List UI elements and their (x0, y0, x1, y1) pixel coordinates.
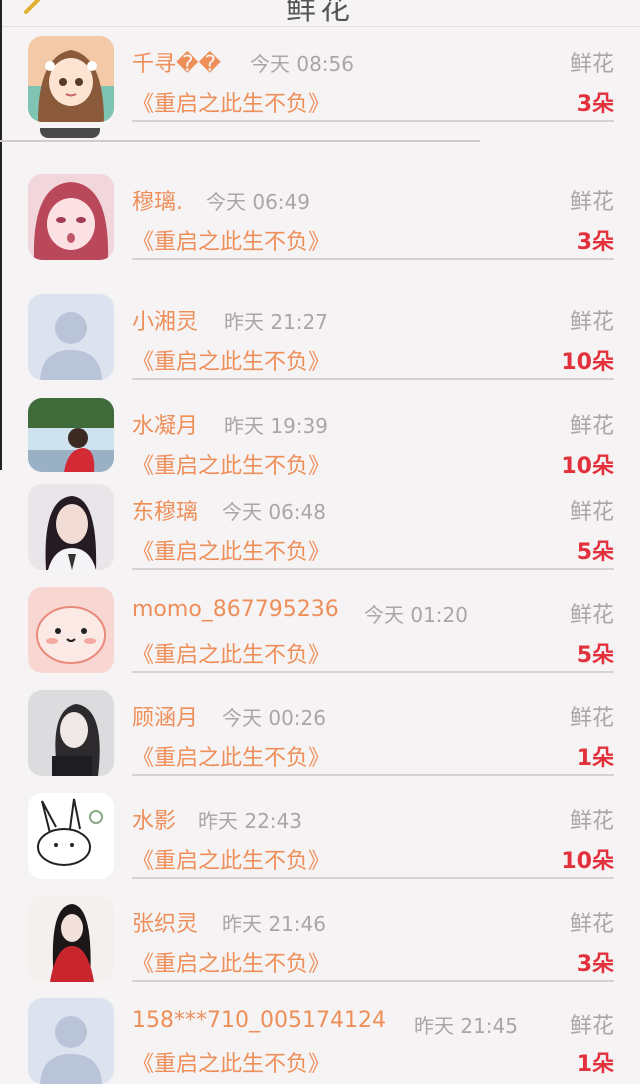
divider (132, 671, 614, 673)
page-title: 鲜花 (286, 0, 354, 27)
anime-girl-icon (28, 36, 114, 122)
gift-type: 鲜花 (569, 1014, 614, 1039)
divider (132, 980, 614, 982)
default-avatar-icon (28, 998, 114, 1084)
gift-count: 3朵 (576, 952, 614, 977)
divider (132, 877, 614, 879)
couple-photo-icon (28, 398, 114, 472)
gift-count: 10朵 (561, 849, 614, 874)
book-title[interactable]: 《重启之此生不负》 (132, 1046, 330, 1078)
list-item[interactable]: 水凝月 昨天 19:39 鲜花 《重启之此生不负》 10朵 (0, 396, 640, 486)
gift-type: 鲜花 (569, 809, 614, 834)
avatar[interactable] (28, 998, 114, 1084)
rabbit-sketch-icon (28, 793, 114, 879)
gift-count: 10朵 (561, 350, 614, 375)
gift-type: 鲜花 (569, 912, 614, 937)
timestamp: 昨天 21:27 (224, 310, 328, 334)
user-name[interactable]: 顾涵月 (132, 700, 198, 732)
gift-count: 1朵 (576, 746, 614, 771)
book-title[interactable]: 《重启之此生不负》 (132, 224, 330, 256)
header-bar: 鲜花 (0, 0, 640, 27)
partial-avatar (40, 128, 100, 138)
book-title[interactable]: 《重启之此生不负》 (132, 843, 330, 875)
gift-type: 鲜花 (569, 706, 614, 731)
user-name[interactable]: 东穆璃 (132, 494, 198, 526)
gift-count: 3朵 (576, 92, 614, 117)
user-name[interactable]: momo_867795236 (132, 597, 339, 622)
divider (0, 140, 480, 142)
gift-count: 5朵 (576, 540, 614, 565)
book-title[interactable]: 《重启之此生不负》 (132, 740, 330, 772)
avatar[interactable] (28, 896, 114, 982)
timestamp: 昨天 21:46 (222, 912, 326, 936)
avatar[interactable] (28, 484, 114, 570)
list-item[interactable]: 东穆璃 今天 06:48 鲜花 《重启之此生不负》 5朵 (0, 482, 640, 572)
book-title[interactable]: 《重启之此生不负》 (132, 344, 330, 376)
user-name[interactable]: 穆璃. (132, 184, 183, 216)
avatar[interactable] (28, 690, 114, 776)
list-item[interactable]: momo_867795236 今天 01:20 鲜花 《重启之此生不负》 5朵 (0, 585, 640, 675)
gift-type: 鲜花 (569, 414, 614, 439)
book-title[interactable]: 《重启之此生不负》 (132, 86, 330, 118)
gift-type: 鲜花 (569, 52, 614, 77)
woman-portrait-icon (28, 484, 114, 570)
anime-girl-pink-icon (28, 174, 114, 260)
list-item[interactable]: 穆璃. 今天 06:49 鲜花 《重启之此生不负》 3朵 (0, 172, 640, 262)
user-name[interactable]: 小湘灵 (132, 304, 198, 336)
book-title[interactable]: 《重启之此生不负》 (132, 534, 330, 566)
list-item[interactable]: 张织灵 昨天 21:46 鲜花 《重启之此生不负》 3朵 (0, 894, 640, 984)
gift-type: 鲜花 (569, 310, 614, 335)
gift-type: 鲜花 (569, 603, 614, 628)
list-item[interactable]: 158***710_005174124 昨天 21:45 鲜花 《重启之此生不负… (0, 996, 640, 1084)
timestamp: 今天 06:49 (206, 190, 310, 214)
avatar[interactable] (28, 587, 114, 673)
avatar[interactable] (28, 174, 114, 260)
divider (132, 258, 614, 260)
avatar[interactable] (28, 294, 114, 380)
timestamp: 昨天 21:45 (414, 1014, 518, 1038)
pink-cartoon-icon (28, 587, 114, 673)
list-item[interactable]: 顾涵月 今天 00:26 鲜花 《重启之此生不负》 1朵 (0, 688, 640, 778)
woman-bw-portrait-icon (28, 690, 114, 776)
divider (132, 568, 614, 570)
timestamp: 今天 01:20 (364, 603, 468, 627)
timestamp: 今天 06:48 (222, 500, 326, 524)
user-name[interactable]: 张织灵 (132, 906, 198, 938)
list-item[interactable]: 小湘灵 昨天 21:27 鲜花 《重启之此生不负》 10朵 (0, 292, 640, 382)
gift-count: 1朵 (576, 1052, 614, 1077)
gift-type: 鲜花 (569, 500, 614, 525)
book-title[interactable]: 《重启之此生不负》 (132, 946, 330, 978)
timestamp: 昨天 22:43 (198, 809, 302, 833)
gift-type: 鲜花 (569, 190, 614, 215)
user-name[interactable]: 千寻�� (132, 46, 221, 78)
user-name[interactable]: 158***710_005174124 (132, 1008, 386, 1033)
gift-count: 3朵 (576, 230, 614, 255)
avatar[interactable] (28, 793, 114, 879)
user-name[interactable]: 水影 (132, 803, 176, 835)
list-item[interactable]: 水影 昨天 22:43 鲜花 《重启之此生不负》 10朵 (0, 791, 640, 881)
user-name[interactable]: 水凝月 (132, 408, 198, 440)
avatar[interactable] (28, 398, 114, 472)
timestamp: 今天 08:56 (250, 52, 354, 76)
default-avatar-icon (28, 294, 114, 380)
timestamp: 今天 00:26 (222, 706, 326, 730)
divider (132, 378, 614, 380)
book-title[interactable]: 《重启之此生不负》 (132, 637, 330, 669)
book-title[interactable]: 《重启之此生不负》 (132, 448, 330, 480)
partial-row (0, 128, 640, 144)
girl-red-dress-icon (28, 896, 114, 982)
divider (132, 774, 614, 776)
gift-count: 10朵 (561, 454, 614, 479)
timestamp: 昨天 19:39 (224, 414, 328, 438)
avatar[interactable] (28, 36, 114, 122)
list-item[interactable]: 千寻�� 今天 08:56 鲜花 《重启之此生不负》 3朵 (0, 34, 640, 124)
gift-count: 5朵 (576, 643, 614, 668)
divider (132, 120, 614, 122)
